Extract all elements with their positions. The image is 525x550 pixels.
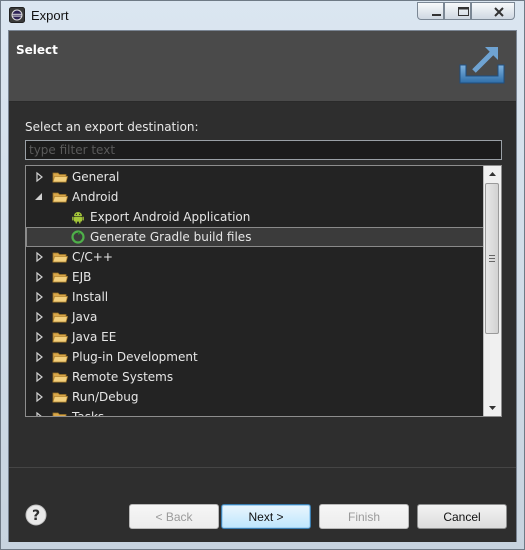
tree-item-label: C/C++ [72, 250, 113, 264]
expand-arrow-icon[interactable] [33, 351, 45, 363]
tree-item-selected[interactable]: Generate Gradle build files [26, 227, 484, 247]
eclipse-app-icon [9, 7, 25, 23]
tree-item[interactable]: EJB [26, 267, 484, 287]
tree-item-label: Export Android Application [90, 210, 251, 224]
export-wizard-banner-icon [459, 47, 505, 84]
expand-arrow-icon[interactable] [33, 371, 45, 383]
folder-icon [52, 372, 68, 383]
tree-item-label: Install [72, 290, 109, 304]
folder-icon [52, 172, 68, 183]
scrollbar-thumb[interactable] [485, 183, 499, 334]
folder-icon [52, 412, 67, 416]
grip-icon [489, 255, 495, 262]
folder-icon [52, 272, 68, 283]
expand-arrow-icon[interactable] [33, 291, 45, 303]
tree-item-label: EJB [72, 270, 92, 284]
expand-arrow-icon[interactable] [33, 391, 45, 403]
scroll-down-arrow-icon[interactable] [484, 400, 501, 416]
tree-item[interactable]: Install [26, 287, 484, 307]
header-separator [9, 101, 516, 102]
tree-item[interactable]: Export Android Application [26, 207, 484, 227]
title-bar[interactable]: Export [1, 1, 524, 30]
expand-arrow-icon[interactable] [33, 171, 45, 183]
minimize-button[interactable] [417, 2, 444, 20]
tree-item[interactable]: Run/Debug [26, 387, 484, 407]
tree-item-label: Java EE [72, 330, 117, 344]
tree-item-label: Java [72, 310, 98, 324]
folder-icon [52, 252, 68, 263]
vertical-scrollbar[interactable] [483, 166, 501, 416]
next-button[interactable]: Next > [221, 504, 311, 529]
tree-item[interactable]: Remote Systems [26, 367, 484, 387]
filter-input[interactable] [25, 140, 502, 160]
tree-item[interactable]: C/C++ [26, 247, 484, 267]
tree-item[interactable]: Android [26, 187, 484, 207]
expand-arrow-icon[interactable] [33, 251, 45, 263]
svg-text:?: ? [32, 508, 40, 524]
cancel-button[interactable]: Cancel [417, 504, 507, 529]
help-icon[interactable]: ? [25, 504, 47, 526]
tree-item-label: General [72, 170, 120, 184]
wizard-header: Select [9, 31, 516, 101]
folder-icon [52, 392, 68, 403]
android-icon [72, 212, 84, 224]
tree-item-label: Android [72, 190, 119, 204]
expand-arrow-icon[interactable] [33, 331, 45, 343]
tree-item[interactable]: Plug-in Development [26, 347, 484, 367]
tree-item[interactable]: Java [26, 307, 484, 327]
page-title: Select [16, 43, 58, 57]
expand-arrow-icon[interactable] [33, 311, 45, 323]
dialog-client-area: Select Select an export destination: Gen… [8, 30, 517, 542]
export-dialog-window: Export Select Select an export destinati… [0, 0, 525, 550]
folder-icon [52, 332, 68, 343]
maximize-button[interactable] [444, 2, 471, 20]
folder-icon [52, 192, 68, 203]
collapse-arrow-icon[interactable] [33, 191, 45, 203]
tree-item-label: Generate Gradle build files [90, 230, 252, 244]
close-icon [494, 7, 504, 17]
tree-item[interactable]: General [26, 167, 484, 187]
close-button[interactable] [471, 2, 515, 20]
expand-arrow-icon[interactable] [33, 411, 45, 417]
tree-item-label: Run/Debug [72, 390, 139, 404]
button-bar: ? < Back Next > Finish Cancel [9, 467, 516, 542]
export-destination-tree[interactable]: General Android Export Android Application… [25, 165, 502, 417]
tree-item-label: Remote Systems [72, 370, 174, 384]
folder-icon [52, 312, 68, 323]
gradle-icon [71, 230, 85, 244]
scroll-up-arrow-icon[interactable] [484, 166, 501, 182]
tree-item[interactable]: Tasks [26, 407, 484, 417]
expand-arrow-icon[interactable] [33, 271, 45, 283]
destination-label: Select an export destination: [25, 120, 199, 134]
tree-item-label: Tasks [72, 410, 105, 417]
tree-item-label: Plug-in Development [72, 350, 198, 364]
folder-icon [52, 352, 68, 363]
finish-button[interactable]: Finish [319, 504, 409, 529]
window-title: Export [31, 8, 69, 23]
back-button[interactable]: < Back [129, 504, 219, 529]
tree-item[interactable]: Java EE [26, 327, 484, 347]
folder-icon [52, 292, 68, 303]
